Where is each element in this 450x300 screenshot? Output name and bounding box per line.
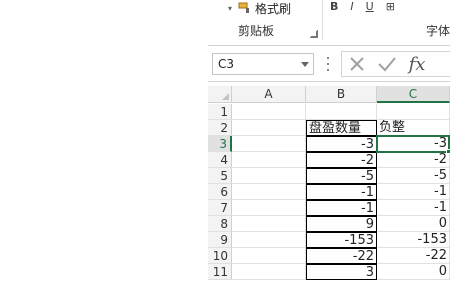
cell-a7[interactable] (232, 200, 306, 216)
cell-c1[interactable] (377, 104, 450, 120)
cell-b11[interactable]: 3 (306, 264, 377, 280)
close-icon (350, 57, 364, 71)
row-header-9[interactable]: 9 (208, 232, 232, 248)
cell-c3[interactable]: -3 (377, 136, 450, 152)
enter-button[interactable] (372, 51, 402, 77)
italic-button[interactable]: I (350, 0, 353, 13)
cell-a9[interactable] (232, 232, 306, 248)
cell-a3[interactable] (232, 136, 306, 152)
cell-b6[interactable]: -1 (306, 184, 377, 200)
row-header-7[interactable]: 7 (208, 200, 232, 216)
cell-b9[interactable]: -153 (306, 232, 377, 248)
clipboard-launcher-icon[interactable] (310, 30, 318, 38)
font-buttons: B I U ⊞ (330, 0, 395, 13)
bold-button[interactable]: B (330, 0, 338, 13)
cell-c5[interactable]: -5 (377, 168, 450, 184)
cell-b7[interactable]: -1 (306, 200, 377, 216)
dropdown-arrow-icon[interactable]: ▾ (228, 4, 232, 13)
cell-a1[interactable] (232, 104, 306, 120)
underline-button[interactable]: U (366, 0, 374, 13)
column-header-c[interactable]: C (377, 86, 450, 103)
cell-b2[interactable]: 盘盈数量 (306, 120, 377, 136)
cell-a11[interactable] (232, 264, 306, 280)
cell-c4[interactable]: -2 (377, 152, 450, 168)
cell-a4[interactable] (232, 152, 306, 168)
cell-c6[interactable]: -1 (377, 184, 450, 200)
format-painter-button[interactable]: 格式刷 (238, 0, 291, 16)
ribbon-top-row: ▾ 格式刷 B I U ⊞ (208, 0, 450, 40)
select-all-button[interactable] (208, 86, 232, 103)
cell-b5[interactable]: -5 (306, 168, 377, 184)
cell-a10[interactable] (232, 248, 306, 264)
desktop-background (0, 0, 208, 300)
cell-c11[interactable]: 0 (377, 264, 450, 280)
check-icon (378, 57, 396, 72)
format-painter-icon (238, 2, 249, 13)
row-header-3[interactable]: 3 (208, 136, 232, 152)
cell-c2[interactable]: 负整 (377, 120, 450, 136)
row-header-1[interactable]: 1 (208, 104, 232, 120)
name-box[interactable]: C3 (212, 53, 314, 75)
formula-bar: C3 fx (208, 46, 450, 82)
cancel-button[interactable] (342, 51, 372, 77)
row-header-6[interactable]: 6 (208, 184, 232, 200)
resize-handle-icon[interactable] (327, 57, 330, 71)
column-header-b[interactable]: B (306, 86, 377, 103)
format-painter-label: 格式刷 (255, 1, 292, 16)
group-separator (322, 0, 323, 40)
row-header-8[interactable]: 8 (208, 216, 232, 232)
row-header-2[interactable]: 2 (208, 120, 232, 136)
row-header-10[interactable]: 10 (208, 248, 232, 264)
cell-b4[interactable]: -2 (306, 152, 377, 168)
cell-b10[interactable]: -22 (306, 248, 377, 264)
cell-a6[interactable] (232, 184, 306, 200)
cell-b8[interactable]: 9 (306, 216, 377, 232)
row-header-11[interactable]: 11 (208, 264, 232, 280)
clipboard-group-label: 剪贴板 (238, 24, 275, 38)
cell-b3[interactable]: -3 (306, 136, 377, 152)
row-header-4[interactable]: 4 (208, 152, 232, 168)
formula-buttons: fx (341, 51, 450, 77)
cell-c7[interactable]: -1 (377, 200, 450, 216)
cell-a8[interactable] (232, 216, 306, 232)
name-box-value: C3 (218, 57, 235, 71)
ribbon: ▾ 格式刷 B I U ⊞ 剪贴板 字体 (208, 0, 450, 46)
cell-a2[interactable] (232, 120, 306, 136)
cell-c8[interactable]: 0 (377, 216, 450, 232)
cell-b1[interactable] (306, 104, 377, 120)
fill-handle[interactable] (446, 149, 450, 154)
borders-button[interactable]: ⊞ (386, 0, 395, 13)
row-header-5[interactable]: 5 (208, 168, 232, 184)
worksheet-grid[interactable]: A B C 1 2 3 4 5 6 7 8 9 10 11 盘盈数量 负整 -3 -3 -2 -2 -5 -5 -1… (208, 86, 450, 300)
insert-function-button[interactable]: fx (402, 51, 432, 77)
cell-a5[interactable] (232, 168, 306, 184)
cell-c9[interactable]: -153 (377, 232, 450, 248)
cell-c10[interactable]: -22 (377, 248, 450, 264)
font-group-label: 字体 (426, 24, 450, 38)
chevron-down-icon[interactable] (301, 62, 309, 67)
fx-label: fx (408, 53, 426, 75)
column-header-a[interactable]: A (232, 86, 306, 103)
